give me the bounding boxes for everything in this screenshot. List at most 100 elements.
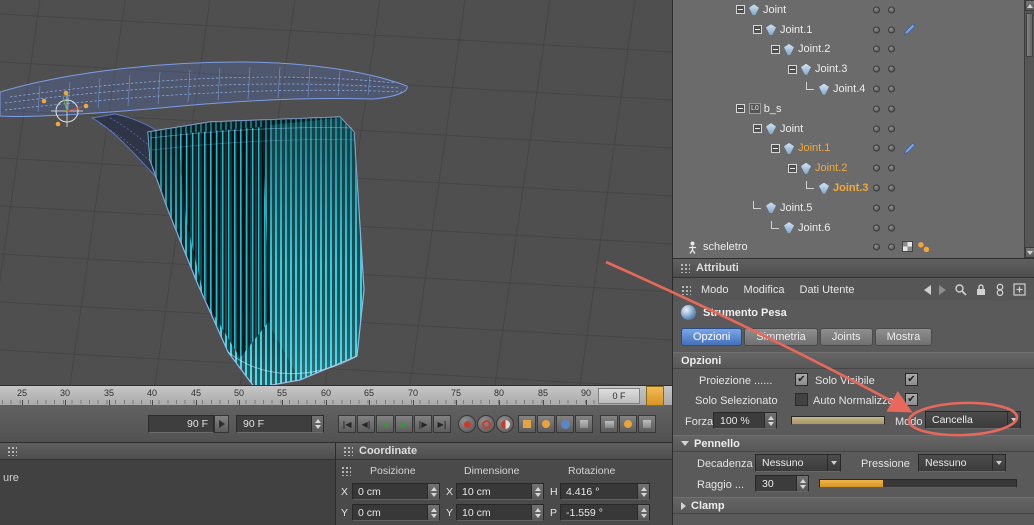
object-row[interactable]: Joint.3 [673,59,1024,79]
tab-opzioni[interactable]: Opzioni [681,328,743,346]
collapse-icon[interactable] [736,5,745,15]
render-visibility-dot[interactable] [888,184,895,192]
object-row[interactable]: Joint.2 [673,158,1024,178]
collapse-icon[interactable] [753,25,762,35]
stepper-icon[interactable] [311,416,323,432]
record-position-toggle[interactable] [518,415,536,433]
editor-visibility-dot[interactable] [873,26,880,34]
pressione-dropdown[interactable]: Nessuno [918,454,1006,472]
menu-dati-utente[interactable]: Dati Utente [800,284,855,296]
render-visibility-dot[interactable] [888,26,895,34]
collapse-icon[interactable] [753,124,762,134]
stepper-icon[interactable] [637,484,649,499]
stepper-icon[interactable] [427,505,439,520]
record-rotation-toggle[interactable] [537,415,555,433]
new-panel-icon[interactable] [1013,283,1026,296]
go-to-start-button[interactable]: |◀ [338,415,356,433]
editor-visibility-dot[interactable] [873,224,880,232]
editor-visibility-dot[interactable] [873,125,880,133]
proiezione-checkbox[interactable]: ✔ [795,373,808,386]
previous-key-button[interactable]: ◀| [357,415,375,433]
editor-visibility-dot[interactable] [873,204,880,212]
render-visibility-dot[interactable] [888,65,895,73]
render-visibility-dot[interactable] [888,164,895,172]
editor-visibility-dot[interactable] [873,85,880,93]
size-x-field[interactable]: 10 cm [456,483,544,500]
keyframe-selection-button[interactable] [496,415,514,433]
end-frame-field[interactable]: 90 F [236,415,324,433]
menu-modifica[interactable]: Modifica [744,284,785,296]
play-backward-button[interactable]: ◀ [376,415,394,433]
render-visibility-dot[interactable] [888,85,895,93]
tab-mostra[interactable]: Mostra [874,328,933,346]
object-row[interactable]: Joint.1 [673,139,1024,159]
size-y-field[interactable]: 10 cm [456,504,544,521]
search-icon[interactable] [954,283,967,296]
scrollbar[interactable] [1024,0,1034,258]
next-key-button[interactable]: |▶ [414,415,432,433]
object-row[interactable]: L0 b_s [673,99,1024,119]
scrollbar-thumb[interactable] [1026,13,1033,57]
weights-tag-icon[interactable] [917,240,930,253]
section-pennello[interactable]: Pennello [673,435,1034,452]
editor-visibility-dot[interactable] [873,184,880,192]
object-row[interactable]: Joint.4 [673,79,1024,99]
object-row[interactable]: Joint.1 [673,20,1024,40]
raggio-field[interactable]: 30 [755,475,809,492]
editor-visibility-dot[interactable] [873,6,880,14]
menu-modo[interactable]: Modo [701,284,729,296]
stepper-icon[interactable] [427,484,439,499]
editor-visibility-dot[interactable] [873,105,880,113]
editor-visibility-dot[interactable] [873,45,880,53]
rotation-h-field[interactable]: 4.416 ° [560,483,650,500]
decadenza-dropdown[interactable]: Nessuno [755,454,841,472]
editor-visibility-dot[interactable] [873,243,880,251]
object-row[interactable]: Joint.3 [673,178,1024,198]
scroll-up-icon[interactable] [1025,0,1034,11]
stepper-icon[interactable] [796,476,808,491]
collapse-icon[interactable] [788,64,797,74]
coordinate-titlebar[interactable]: Coordinate [336,443,672,460]
object-row[interactable]: scheletro [673,238,1024,258]
current-frame-handle[interactable] [646,386,664,406]
weight-tag-icon[interactable] [903,23,916,39]
collapse-icon[interactable] [771,143,780,153]
auto-normalizza-checkbox[interactable]: ✔ [905,393,918,406]
scroll-down-icon[interactable] [1025,247,1034,258]
forza-slider[interactable] [791,416,885,425]
stepper-icon[interactable] [764,413,776,428]
texture-tag-icon[interactable] [902,240,913,252]
render-visibility-dot[interactable] [888,204,895,212]
object-row[interactable]: Joint.6 [673,218,1024,238]
keyframe-interpolation-button[interactable] [600,415,618,433]
position-y-field[interactable]: 0 cm [352,504,440,521]
record-pla-toggle[interactable] [575,415,593,433]
panel-titlebar[interactable] [0,443,335,460]
stepper-icon[interactable] [637,505,649,520]
object-row[interactable]: Joint [673,0,1024,20]
editor-visibility-dot[interactable] [873,144,880,152]
history-back-icon[interactable] [924,284,931,295]
attributes-titlebar[interactable]: Attributi [673,259,1034,278]
lock-icon[interactable] [975,283,987,296]
solo-selezionato-checkbox[interactable] [795,393,808,406]
object-row[interactable]: Joint [673,119,1024,139]
collapse-icon[interactable] [788,163,797,173]
modo-dropdown[interactable]: Cancella [925,411,1021,429]
render-visibility-dot[interactable] [888,6,895,14]
render-visibility-dot[interactable] [888,144,895,152]
history-forward-icon[interactable] [939,284,946,295]
timeline-ruler[interactable]: 25 30 35 40 45 50 55 60 65 70 75 80 85 9… [0,385,672,406]
render-visibility-dot[interactable] [888,105,895,113]
object-row[interactable]: Joint.5 [673,198,1024,218]
render-visibility-dot[interactable] [888,45,895,53]
frame-slider-arrow-icon[interactable] [214,415,229,433]
marker-button[interactable] [619,415,637,433]
record-parameter-toggle[interactable] [556,415,574,433]
editor-visibility-dot[interactable] [873,164,880,172]
object-row[interactable]: Joint.2 [673,40,1024,60]
go-to-end-button[interactable]: ▶| [433,415,451,433]
render-visibility-dot[interactable] [888,125,895,133]
forza-field[interactable]: 100 % [713,412,777,429]
render-visibility-dot[interactable] [888,224,895,232]
